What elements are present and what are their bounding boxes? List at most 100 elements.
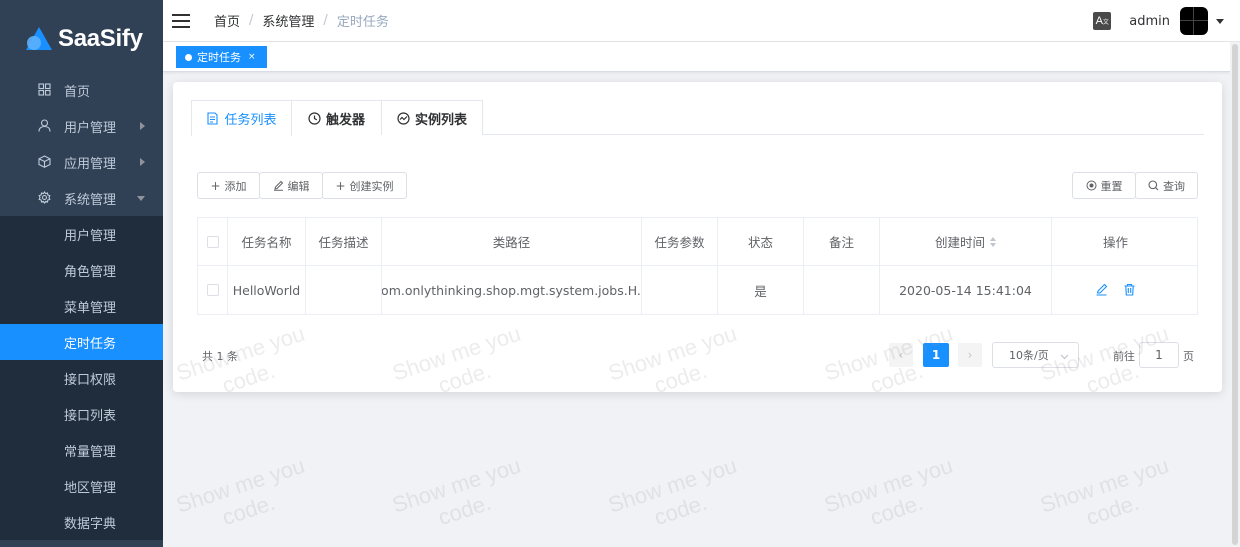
sidebar-subitem-label: 接口列表: [64, 408, 117, 424]
tags-view: 定时任务 ×: [163, 42, 1230, 72]
close-icon[interactable]: ×: [248, 52, 256, 62]
cell-name: HelloWorld: [228, 266, 306, 314]
edit-icon[interactable]: [1095, 283, 1109, 297]
tag-scheduled-tasks[interactable]: 定时任务 ×: [176, 46, 267, 68]
watermark: Show me youcode.: [821, 453, 964, 544]
sidebar-subitem-api-permissions[interactable]: 接口权限: [0, 360, 163, 396]
watermark-line: Show me you: [389, 452, 524, 518]
delete-icon[interactable]: [1123, 283, 1137, 297]
logo[interactable]: SaaSify: [0, 0, 163, 78]
avatar[interactable]: [1180, 7, 1208, 35]
cell-status: 是: [718, 266, 804, 314]
sidebar-item-label: 应用管理: [64, 156, 117, 172]
scrollbar-thumb[interactable]: [1232, 44, 1238, 545]
page-size-select[interactable]: 10条/页: [992, 342, 1079, 368]
tag-label: 定时任务: [197, 51, 241, 64]
chevron-down-icon: [1060, 351, 1069, 364]
language-icon-glyph: A: [1095, 15, 1103, 27]
add-button-label: 添加: [224, 179, 247, 193]
sidebar-subitem-label: 用户管理: [64, 228, 117, 244]
sidebar-item-label: 首页: [64, 84, 91, 100]
tab-task-list[interactable]: 任务列表: [191, 100, 292, 136]
user-icon: [38, 119, 52, 133]
tabs: 任务列表 触发器 实例列表: [191, 100, 1204, 136]
sidebar-subitem-constants[interactable]: 常量管理: [0, 432, 163, 468]
prev-page-button[interactable]: ‹: [889, 343, 913, 367]
sidebar-subitem-menus[interactable]: 菜单管理: [0, 288, 163, 324]
cell-actions: [1052, 266, 1179, 314]
sidebar-subitem-roles[interactable]: 角色管理: [0, 252, 163, 288]
username[interactable]: admin: [1129, 14, 1170, 29]
chevron-right-icon: [140, 122, 145, 130]
tab-instance-list[interactable]: 实例列表: [381, 100, 483, 135]
clock-icon: [308, 111, 321, 125]
search-icon: [1148, 180, 1159, 191]
sidebar-subitem-label: 地区管理: [64, 480, 117, 496]
watermark: Show me youcode.: [389, 453, 532, 544]
goto-page-input[interactable]: 1: [1139, 342, 1179, 368]
page-number-current[interactable]: 1: [923, 343, 949, 367]
tab-trigger[interactable]: 触发器: [291, 100, 382, 135]
reset-button[interactable]: 重置: [1072, 172, 1136, 199]
sidebar-item-app-management[interactable]: 应用管理: [0, 144, 163, 180]
sidebar-subitem-label: 接口权限: [64, 372, 117, 388]
column-header: 任务名称: [228, 218, 306, 265]
sidebar-subitem-regions[interactable]: 地区管理: [0, 468, 163, 504]
watermark: Show me youcode.: [173, 453, 316, 544]
cell-created: 2020-05-14 15:41:04: [880, 266, 1052, 314]
breadcrumb-item[interactable]: 系统管理: [262, 11, 314, 30]
select-all-checkbox[interactable]: [206, 235, 219, 248]
header-right: A文 admin: [1093, 0, 1224, 42]
tab-label: 任务列表: [224, 113, 277, 128]
table-row[interactable]: HelloWorld com.onlythinking.shop.mgt.sys…: [198, 266, 1197, 314]
sidebar-subitem-label: 定时任务: [64, 336, 117, 352]
sidebar-subitem-label: 角色管理: [64, 264, 117, 280]
tab-label: 实例列表: [414, 112, 467, 128]
chevron-right-icon: ›: [967, 348, 973, 362]
logo-text: SaaSify: [58, 25, 143, 52]
content-card: 任务列表 触发器 实例列表 + 添加 编辑 + 创建实例 重置 查询 任务名称 任务…: [173, 82, 1222, 392]
page-size-value: 10条/页: [1009, 349, 1049, 362]
chevron-down-icon: [137, 196, 145, 201]
create-instance-button[interactable]: + 创建实例: [322, 172, 407, 199]
reset-button-label: 重置: [1100, 179, 1123, 193]
breadcrumb: 首页 / 系统管理 / 定时任务: [214, 11, 389, 30]
watermark-line: code.: [1083, 489, 1142, 531]
query-button[interactable]: 查询: [1135, 172, 1198, 199]
sidebar-item-user-management[interactable]: 用户管理: [0, 108, 163, 144]
sidebar-subitem-label: 常量管理: [64, 444, 117, 460]
query-button-label: 查询: [1163, 179, 1185, 193]
watermark-line: code.: [651, 489, 710, 531]
sidebar-item-home[interactable]: 首页: [0, 72, 163, 108]
watermark-line: code.: [867, 489, 926, 531]
sidebar-subitem-scheduled-tasks[interactable]: 定时任务: [0, 324, 163, 360]
task-table: 任务名称 任务描述 类路径 任务参数 状态 备注 创建时间 操作 HelloWo…: [197, 217, 1198, 315]
sort-icon[interactable]: [990, 236, 996, 247]
create-instance-button-label: 创建实例: [349, 179, 394, 193]
goto-suffix: 页: [1183, 350, 1194, 363]
goto-label: 前往: [1113, 350, 1135, 363]
reset-icon: [1086, 180, 1097, 191]
page-scrollbar[interactable]: [1230, 42, 1240, 547]
grid-icon: [38, 83, 52, 97]
watermark-line: Show me you: [821, 452, 956, 518]
sidebar-subitem-api-list[interactable]: 接口列表: [0, 396, 163, 432]
sidebar-subitem-dictionary[interactable]: 数据字典: [0, 504, 163, 540]
language-icon[interactable]: A文: [1093, 12, 1112, 30]
sidebar-item-system-management[interactable]: 系统管理: [0, 180, 163, 216]
add-button[interactable]: + 添加: [197, 172, 260, 199]
sidebar-item-label: 系统管理: [64, 192, 117, 208]
dot-icon: [185, 53, 192, 61]
next-page-button[interactable]: ›: [958, 343, 982, 367]
caret-down-icon[interactable]: [1216, 18, 1224, 24]
column-header-created[interactable]: 创建时间: [880, 218, 1052, 265]
row-checkbox[interactable]: [206, 284, 219, 296]
sidebar-subitem-label: 菜单管理: [64, 300, 117, 316]
sidebar-subitem-users[interactable]: 用户管理: [0, 216, 163, 252]
breadcrumb-item[interactable]: 首页: [214, 11, 240, 30]
column-header: 任务描述: [306, 218, 382, 265]
breadcrumb-separator: /: [249, 13, 254, 28]
tab-label: 触发器: [325, 112, 365, 128]
edit-button[interactable]: 编辑: [259, 172, 323, 199]
hamburger-icon[interactable]: [172, 13, 190, 28]
